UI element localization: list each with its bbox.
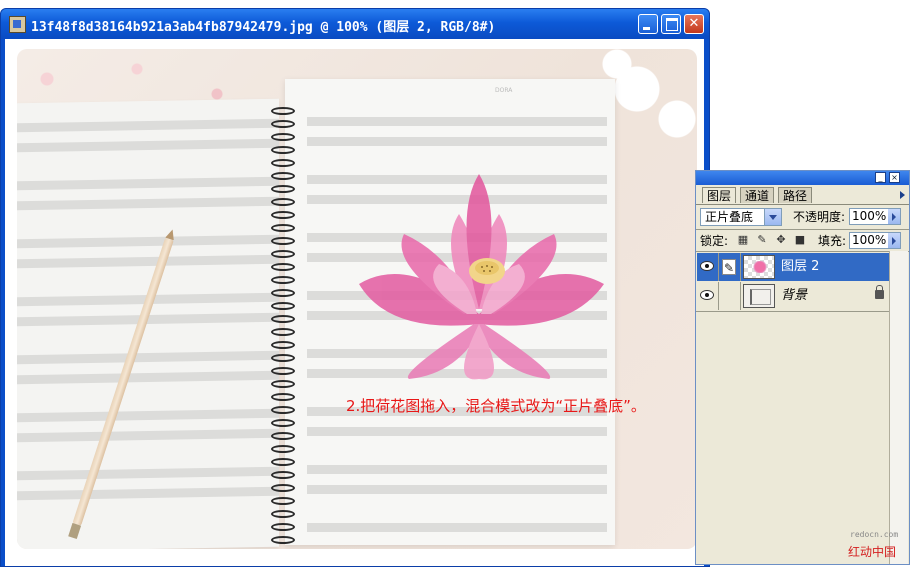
minimize-button[interactable] (638, 14, 658, 34)
watermark-site: 红动中国 (848, 545, 897, 559)
tutorial-annotation: 2.把荷花图拖入，混合模式改为“正片叠底”。 (346, 397, 646, 415)
document-canvas[interactable]: DORA 2.把荷花图拖入，混合模式改为“正片叠底”。 (5, 39, 704, 566)
close-icon: ✕ (688, 16, 700, 31)
layer-name[interactable]: 图层 2 (781, 259, 819, 275)
staff-line (17, 466, 279, 481)
staff-line (17, 176, 279, 191)
staff-line (17, 408, 279, 423)
fill-field[interactable]: 100% (849, 232, 901, 249)
spiral-binding (271, 107, 301, 547)
layers-panel: _ × 图层 通道 路径 正片叠底 不透明度: 100% 锁定: ▦ ✎ ✥ ■… (695, 170, 910, 565)
staff-line (17, 486, 279, 501)
lock-position-icon[interactable]: ✥ (775, 234, 787, 246)
eye-icon[interactable] (700, 261, 714, 271)
staff-line (17, 428, 279, 443)
watermark-url: redocn.com (850, 530, 899, 539)
divider (696, 229, 909, 230)
staff-line (307, 427, 607, 436)
panel-tabs: 图层 通道 路径 (696, 186, 909, 205)
document-title: 13f48f8d38164b921a3ab4fb87942479.jpg @ 1… (31, 20, 496, 35)
staff-line (17, 138, 279, 153)
notebook-photo: DORA 2.把荷花图拖入，混合模式改为“正片叠底”。 (17, 49, 697, 549)
staff-line (307, 485, 607, 494)
staff-line (307, 523, 607, 532)
lock-transparency-icon[interactable]: ▦ (737, 234, 749, 246)
layer-thumbnail (743, 284, 775, 308)
divider (696, 311, 889, 312)
document-titlebar[interactable]: 13f48f8d38164b921a3ab4fb87942479.jpg @ 1… (1, 9, 709, 39)
divider (740, 282, 741, 310)
layer-name[interactable]: 背景 (781, 288, 807, 304)
chevron-down-icon (764, 209, 781, 225)
lock-label: 锁定: (700, 234, 729, 248)
layer-row-background[interactable]: 背景 (697, 282, 889, 310)
eye-icon[interactable] (700, 290, 714, 300)
layer-thumbnail (743, 255, 775, 279)
opacity-value: 100% (852, 209, 887, 223)
panel-minimize-button[interactable]: _ (875, 172, 886, 183)
tab-channels[interactable]: 通道 (740, 187, 775, 203)
panel-titlebar[interactable]: _ × (696, 171, 909, 185)
staff-line (307, 117, 607, 126)
blend-mode-value: 正片叠底 (705, 210, 754, 224)
photoshop-document-icon (9, 16, 26, 33)
fill-slider-arrow-icon[interactable] (888, 233, 900, 248)
opacity-label: 不透明度: (793, 210, 846, 224)
staff-line (307, 137, 607, 146)
blend-mode-select[interactable]: 正片叠底 (700, 208, 782, 226)
divider (696, 251, 909, 252)
brush-icon: ✎ (722, 259, 736, 275)
staff-line (17, 254, 279, 269)
maximize-icon (666, 18, 678, 31)
lock-pixels-icon[interactable]: ✎ (756, 234, 768, 246)
lotus-flower-image (359, 174, 604, 380)
staff-line (307, 465, 607, 474)
maximize-button[interactable] (661, 14, 681, 34)
staff-line (17, 196, 279, 211)
opacity-field[interactable]: 100% (849, 208, 901, 225)
staff-line (17, 370, 279, 385)
fill-label: 填充: (818, 234, 847, 248)
tab-paths[interactable]: 路径 (778, 187, 813, 203)
opacity-slider-arrow-icon[interactable] (888, 209, 900, 224)
document-window: 13f48f8d38164b921a3ab4fb87942479.jpg @ 1… (0, 8, 710, 567)
divider (740, 253, 741, 281)
lock-all-icon[interactable]: ■ (794, 234, 806, 246)
fill-value: 100% (852, 233, 887, 247)
divider (718, 282, 719, 310)
left-notebook-page (17, 98, 279, 549)
lock-icon (875, 285, 884, 299)
staff-line (17, 118, 279, 133)
panel-scrollbar[interactable] (889, 251, 908, 564)
staff-line (17, 350, 279, 365)
page-mark: DORA (495, 87, 513, 94)
divider (718, 253, 719, 281)
layer-row-layer2[interactable]: ✎ 图层 2 (697, 253, 889, 281)
minimize-icon (643, 27, 650, 30)
close-button[interactable]: ✕ (684, 14, 704, 34)
panel-menu-arrow-icon[interactable] (900, 191, 905, 199)
tab-layers[interactable]: 图层 (702, 187, 737, 203)
staff-line (17, 234, 279, 249)
panel-close-button[interactable]: × (889, 172, 900, 183)
